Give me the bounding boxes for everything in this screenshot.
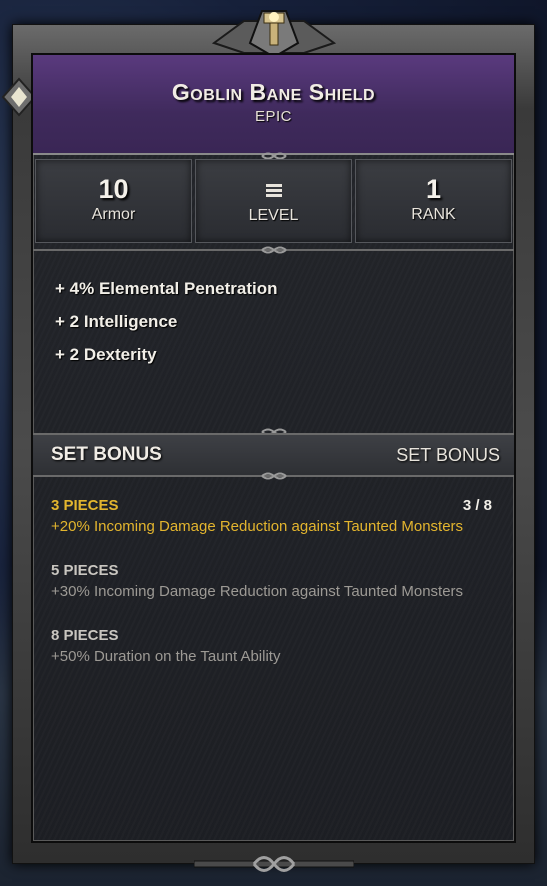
bottom-ornament-icon [193,856,354,872]
set-progress: 3 / 8 [462,497,492,514]
tier-description: +50% Duration on the Taunt Ability [51,648,281,665]
stat-rank: 1 RANK [355,159,512,243]
item-header: Goblin Bane Shield EPIC [33,55,514,155]
armor-value: 10 [98,174,129,204]
knot-ornament-icon [260,472,287,480]
armor-label: Armor [91,206,136,223]
rank-label: RANK [411,206,456,223]
crest-ornament-icon [211,10,336,59]
set-bonus-tier: 3 PIECES 3 / 8 +20% Incoming Damage Redu… [51,497,492,535]
tier-pieces: 5 PIECES [51,562,119,579]
tier-pieces: 8 PIECES [51,627,119,644]
stats-row: 10 Armor LEVEL 1 RANK [33,159,514,243]
set-bonus-tier: 8 PIECES +50% Duration on the Taunt Abil… [51,627,492,665]
set-bonus-title: SET BONUS [51,444,162,465]
knot-ornament-icon [260,246,287,254]
tier-pieces: 3 PIECES [51,497,119,514]
attribute-line: + 2 Intelligence [55,312,178,331]
attribute-list: + 4% Elemental Penetration + 2 Intellige… [55,279,278,378]
tier-description: +20% Incoming Damage Reduction against T… [51,518,464,535]
set-name: SET BONUS [396,444,500,465]
attribute-line: + 4% Elemental Penetration [55,279,278,298]
tooltip-body: Goblin Bane Shield EPIC 10 Armor LEVEL 1 [31,53,516,843]
stat-armor: 10 Armor [35,159,192,243]
item-rarity: EPIC [254,108,292,125]
tier-description: +30% Incoming Damage Reduction against T… [51,583,464,600]
stat-level: LEVEL [195,159,352,243]
item-name: Goblin Bane Shield [171,79,376,105]
level-bars-icon [265,184,282,197]
rank-value: 1 [425,174,442,204]
set-bonus-tier: 5 PIECES +30% Incoming Damage Reduction … [51,562,492,600]
level-label: LEVEL [248,207,299,224]
item-tooltip: Goblin Bane Shield EPIC 10 Armor LEVEL 1 [1,10,535,872]
attribute-line: + 2 Dexterity [55,345,157,364]
